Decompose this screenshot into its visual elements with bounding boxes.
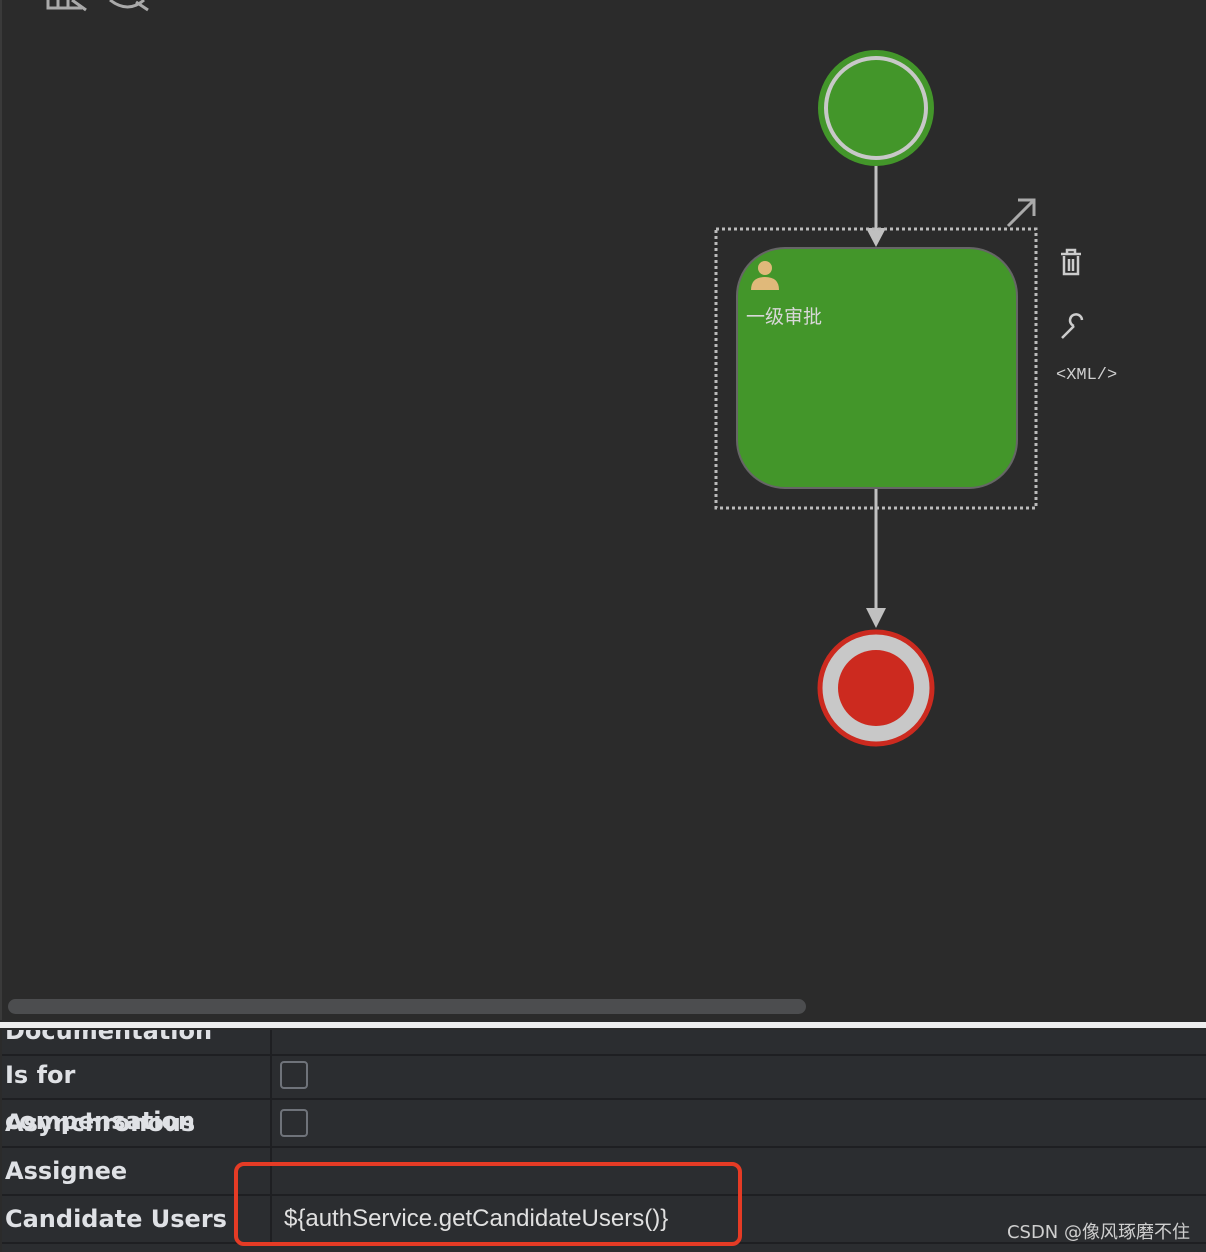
panel-divider[interactable]	[0, 1022, 1206, 1028]
diagram-canvas[interactable]: 一级审批 <XML/>	[0, 0, 1206, 1020]
highlight-annotation	[234, 1162, 742, 1246]
property-row-asynchronous: Asynchronous	[2, 1100, 1206, 1148]
property-label: Asynchronous	[5, 1100, 272, 1146]
property-row-compensation: Is for compensation	[2, 1052, 1206, 1135]
eye-icon	[109, 0, 149, 12]
documentation-field[interactable]	[284, 1030, 1184, 1054]
toolbar-icons[interactable]	[46, 0, 149, 12]
property-label: Assignee	[5, 1148, 272, 1194]
wrench-icon[interactable]	[1061, 313, 1084, 339]
user-task[interactable]	[736, 247, 1018, 489]
compensation-checkbox[interactable]	[280, 1061, 308, 1089]
property-label: Candidate Users	[5, 1196, 272, 1242]
task-label: 一级审批	[746, 306, 823, 328]
asynchronous-checkbox[interactable]	[280, 1109, 308, 1137]
watermark: CSDN @像风琢磨不住	[1006, 1222, 1190, 1243]
trash-icon[interactable]	[1061, 248, 1081, 276]
property-label: Documentation	[5, 1030, 272, 1054]
ruler-icon	[46, 0, 87, 12]
horizontal-scrollbar[interactable]	[8, 999, 806, 1014]
property-label: Is for compensation	[5, 1052, 272, 1135]
xml-button[interactable]: <XML/>	[1056, 366, 1117, 385]
start-event[interactable]	[818, 50, 934, 166]
connect-arrow-icon[interactable]	[1006, 198, 1036, 228]
